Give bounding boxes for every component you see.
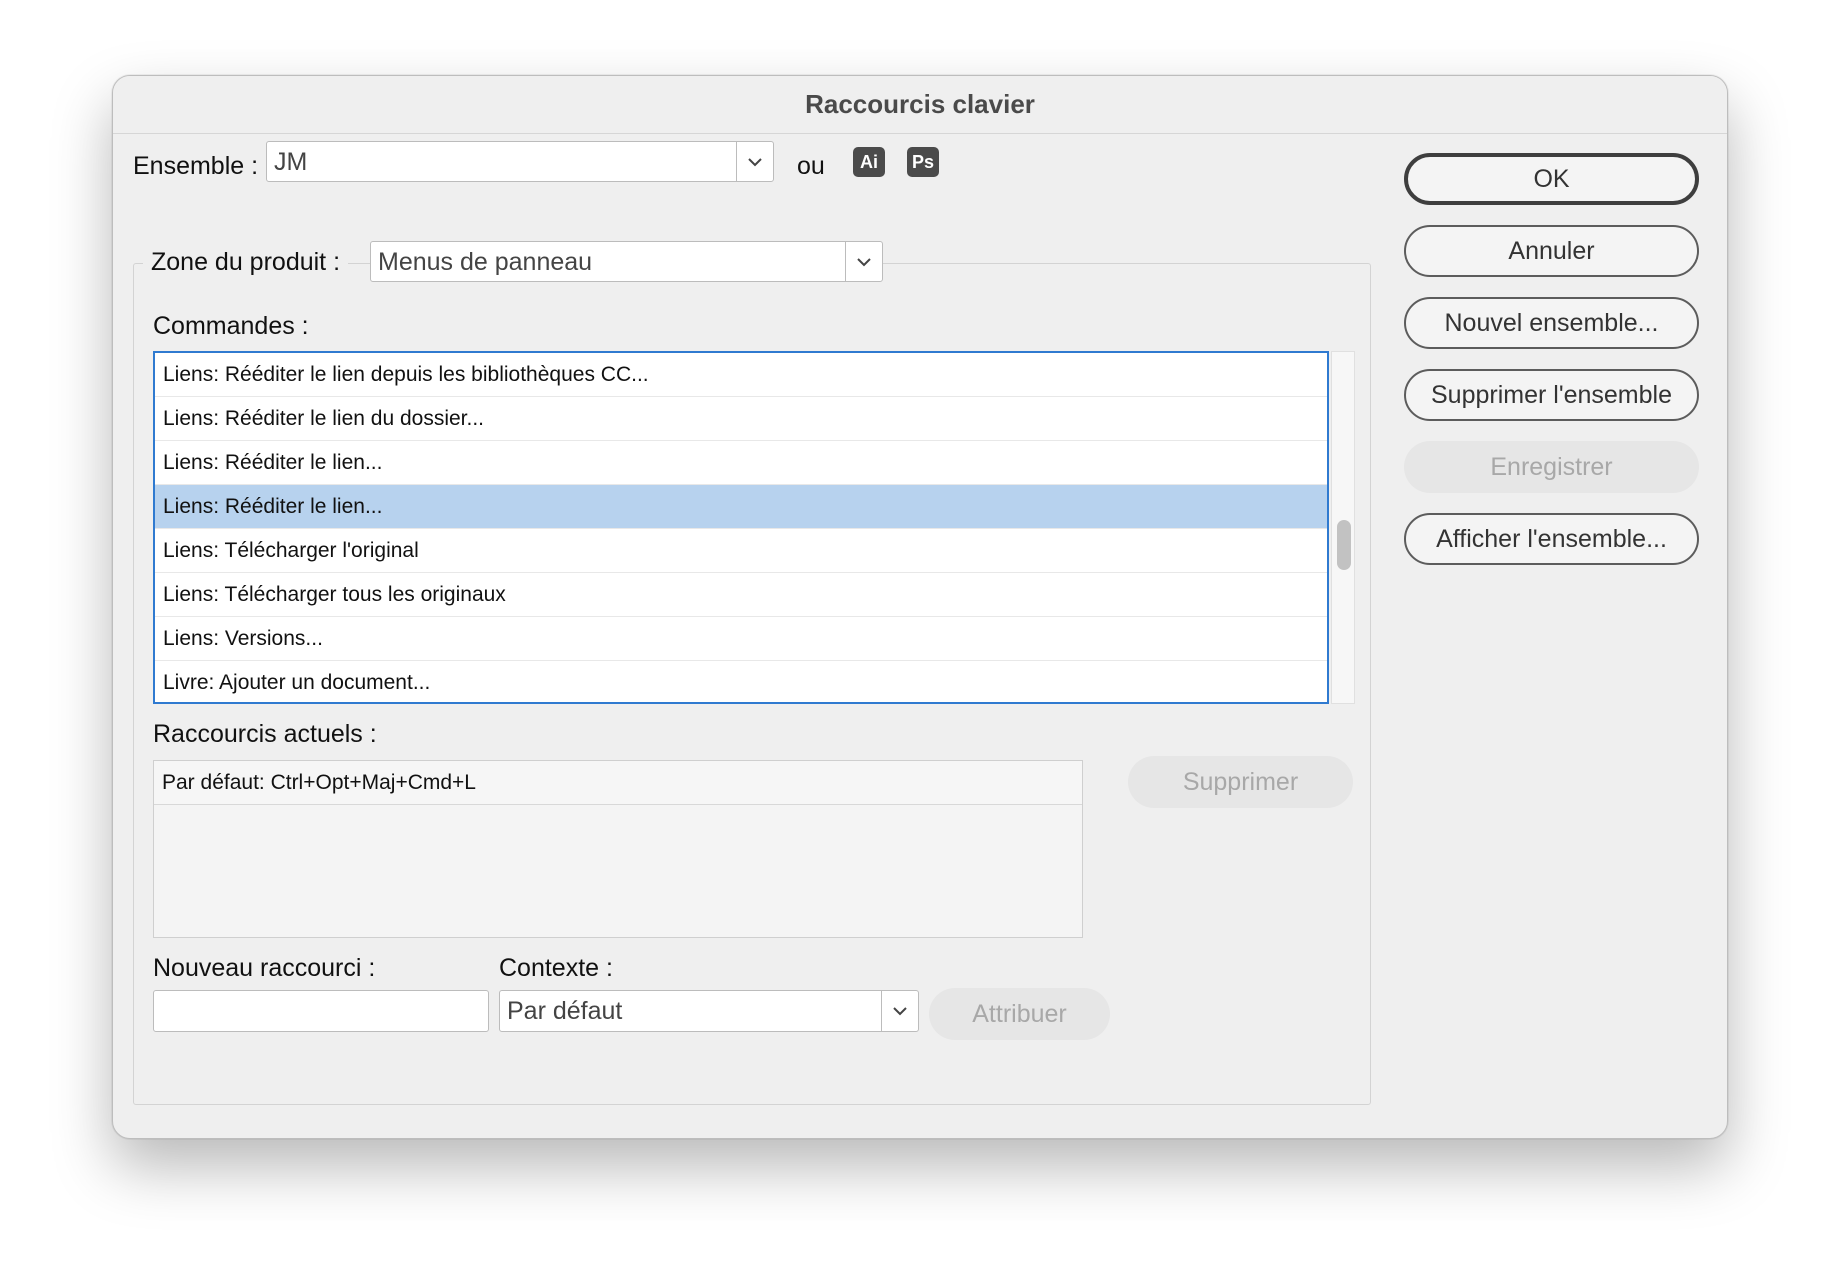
new-set-button[interactable]: Nouvel ensemble... <box>1404 297 1699 349</box>
chevron-down-icon <box>736 142 773 181</box>
delete-set-button[interactable]: Supprimer l'ensemble <box>1404 369 1699 421</box>
context-select[interactable]: Par défaut <box>499 990 919 1032</box>
new-shortcut-input[interactable] <box>153 990 489 1032</box>
zone-value: Menus de panneau <box>378 248 593 276</box>
current-shortcuts-list[interactable]: Par défaut: Ctrl+Opt+Maj+Cmd+L <box>153 760 1083 938</box>
list-item[interactable]: Liens: Rééditer le lien depuis les bibli… <box>155 353 1327 397</box>
scrollbar-thumb[interactable] <box>1337 520 1351 570</box>
commands-list[interactable]: Liens: Rééditer le lien depuis les bibli… <box>153 351 1329 704</box>
ensemble-label: Ensemble : <box>133 152 259 180</box>
illustrator-icon[interactable]: Ai <box>853 147 885 177</box>
commands-label: Commandes : <box>153 312 309 340</box>
context-label: Contexte : <box>499 954 613 982</box>
list-item[interactable]: Liens: Rééditer le lien... <box>155 441 1327 485</box>
ensemble-value: JM <box>274 148 308 176</box>
list-item[interactable]: Par défaut: Ctrl+Opt+Maj+Cmd+L <box>154 761 1082 805</box>
zone-select[interactable]: Menus de panneau <box>370 241 883 282</box>
list-item[interactable]: Liens: Télécharger tous les originaux <box>155 573 1327 617</box>
list-item-selected[interactable]: Liens: Rééditer le lien... <box>155 485 1327 529</box>
cancel-button[interactable]: Annuler <box>1404 225 1699 277</box>
keyboard-shortcuts-dialog: Raccourcis clavier Ensemble : JM ou Ai P… <box>112 75 1728 1139</box>
zone-label: Zone du produit : <box>143 242 349 282</box>
chevron-down-icon <box>881 991 918 1031</box>
dialog-title: Raccourcis clavier <box>113 76 1727 134</box>
assign-button[interactable]: Attribuer <box>929 988 1110 1040</box>
save-button[interactable]: Enregistrer <box>1404 441 1699 493</box>
ok-button[interactable]: OK <box>1404 153 1699 205</box>
or-label: ou <box>797 152 825 180</box>
remove-shortcut-button[interactable]: Supprimer <box>1128 756 1353 808</box>
list-item[interactable]: Liens: Télécharger l'original <box>155 529 1327 573</box>
photoshop-icon[interactable]: Ps <box>907 147 939 177</box>
ensemble-select[interactable]: JM <box>266 141 774 182</box>
chevron-down-icon <box>845 242 882 281</box>
new-shortcut-label: Nouveau raccourci : <box>153 954 376 982</box>
show-set-button[interactable]: Afficher l'ensemble... <box>1404 513 1699 565</box>
list-item[interactable]: Livre: Ajouter un document... <box>155 661 1327 702</box>
list-item[interactable]: Liens: Versions... <box>155 617 1327 661</box>
current-shortcuts-label: Raccourcis actuels : <box>153 720 377 748</box>
commands-scrollbar[interactable] <box>1331 351 1355 704</box>
list-item[interactable]: Liens: Rééditer le lien du dossier... <box>155 397 1327 441</box>
context-value: Par défaut <box>507 997 623 1025</box>
